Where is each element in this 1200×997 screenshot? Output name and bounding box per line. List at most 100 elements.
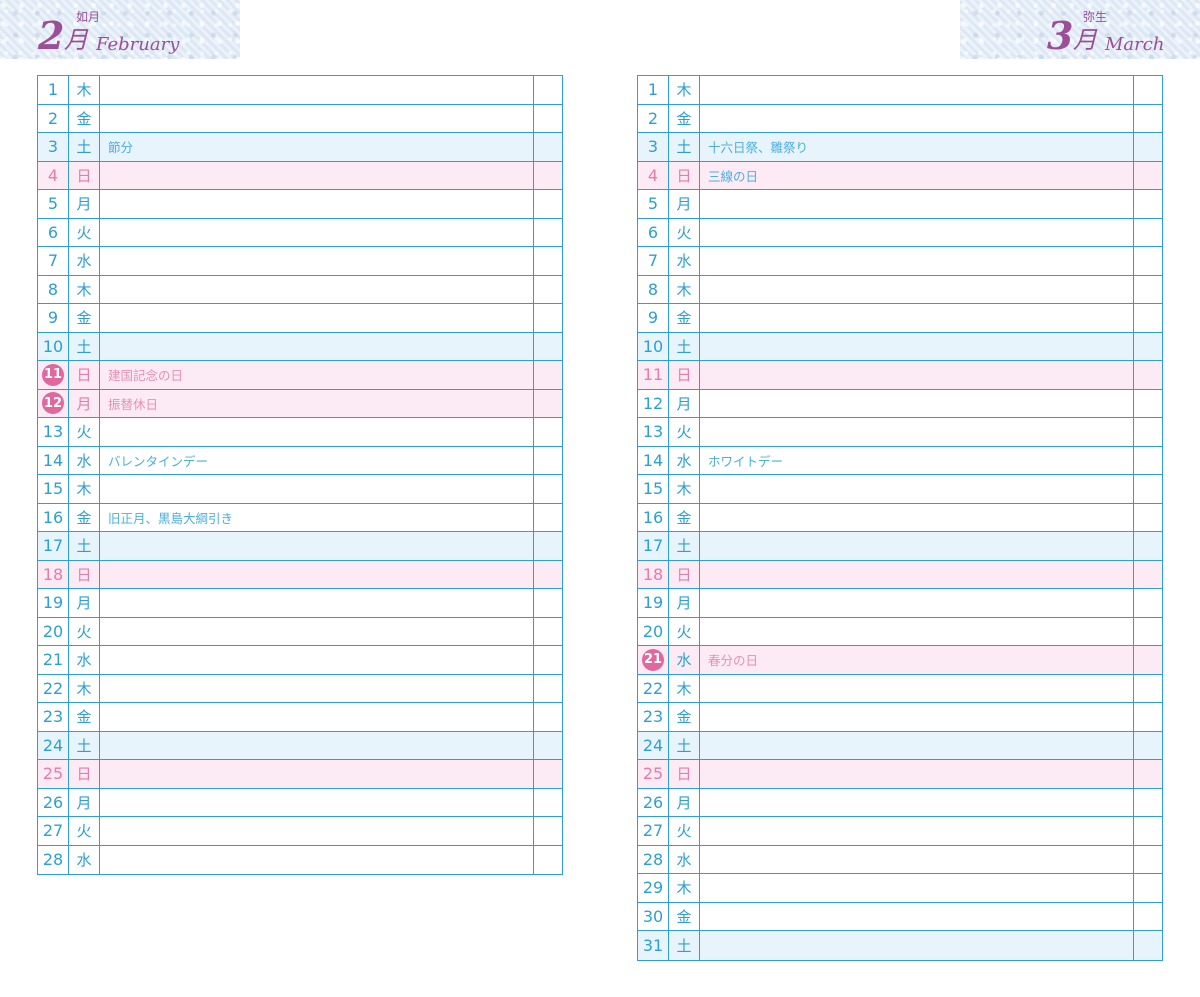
memo-cell[interactable] (534, 162, 562, 190)
day-note[interactable]: 三線の日 (700, 161, 1134, 189)
memo-cell[interactable] (534, 675, 562, 703)
day-note[interactable]: 旧正月、黒島大綱引き (100, 503, 534, 531)
memo-cell[interactable] (534, 589, 562, 617)
day-note[interactable] (700, 247, 1134, 275)
memo-cell[interactable] (1134, 247, 1162, 275)
day-note[interactable] (100, 104, 534, 132)
memo-cell[interactable] (1134, 675, 1162, 703)
memo-cell[interactable] (534, 447, 562, 475)
day-note[interactable] (100, 418, 534, 446)
memo-cell[interactable] (1134, 162, 1162, 190)
day-note[interactable] (700, 418, 1134, 446)
day-note[interactable] (700, 304, 1134, 332)
day-note[interactable] (100, 674, 534, 702)
memo-cell[interactable] (1134, 475, 1162, 503)
day-note[interactable] (100, 275, 534, 303)
memo-cell[interactable] (534, 475, 562, 503)
memo-cell[interactable] (534, 247, 562, 275)
day-note[interactable] (100, 703, 534, 731)
day-note[interactable] (700, 788, 1134, 816)
memo-cell[interactable] (1134, 703, 1162, 731)
day-note[interactable] (700, 731, 1134, 759)
memo-cell[interactable] (534, 646, 562, 674)
day-note[interactable] (700, 475, 1134, 503)
day-note[interactable] (700, 845, 1134, 873)
memo-cell[interactable] (534, 76, 562, 104)
day-note[interactable] (700, 817, 1134, 845)
day-note[interactable] (100, 532, 534, 560)
day-note[interactable] (100, 76, 534, 104)
day-note[interactable] (700, 760, 1134, 788)
day-note[interactable] (700, 703, 1134, 731)
day-note[interactable] (700, 617, 1134, 645)
memo-cell[interactable] (1134, 447, 1162, 475)
day-note[interactable] (700, 560, 1134, 588)
day-note[interactable] (700, 361, 1134, 389)
memo-cell[interactable] (1134, 789, 1162, 817)
memo-cell[interactable] (1134, 846, 1162, 874)
memo-cell[interactable] (534, 390, 562, 418)
memo-cell[interactable] (1134, 931, 1162, 960)
day-note[interactable] (700, 674, 1134, 702)
memo-cell[interactable] (1134, 874, 1162, 902)
memo-cell[interactable] (1134, 532, 1162, 560)
day-note[interactable] (700, 275, 1134, 303)
day-note[interactable] (100, 190, 534, 218)
day-note[interactable] (100, 161, 534, 189)
day-note[interactable] (100, 475, 534, 503)
day-note[interactable] (700, 532, 1134, 560)
day-note[interactable] (700, 389, 1134, 417)
memo-cell[interactable] (1134, 105, 1162, 133)
memo-cell[interactable] (1134, 903, 1162, 931)
memo-cell[interactable] (1134, 333, 1162, 361)
day-note[interactable] (700, 874, 1134, 902)
day-note[interactable] (100, 845, 534, 874)
memo-cell[interactable] (534, 304, 562, 332)
day-note[interactable]: 建国記念の日 (100, 361, 534, 389)
day-note[interactable] (700, 76, 1134, 104)
memo-cell[interactable] (1134, 76, 1162, 104)
memo-cell[interactable] (1134, 418, 1162, 446)
day-note[interactable]: 春分の日 (700, 646, 1134, 674)
memo-cell[interactable] (1134, 504, 1162, 532)
memo-cell[interactable] (534, 418, 562, 446)
memo-cell[interactable] (534, 333, 562, 361)
memo-cell[interactable] (534, 817, 562, 845)
day-note[interactable] (700, 503, 1134, 531)
memo-cell[interactable] (534, 561, 562, 589)
day-note[interactable] (100, 218, 534, 246)
day-note[interactable] (100, 788, 534, 816)
day-note[interactable] (100, 332, 534, 360)
day-note[interactable] (700, 190, 1134, 218)
memo-cell[interactable] (534, 760, 562, 788)
day-note[interactable] (700, 931, 1134, 960)
memo-cell[interactable] (1134, 646, 1162, 674)
memo-cell[interactable] (534, 105, 562, 133)
day-note[interactable] (700, 104, 1134, 132)
memo-cell[interactable] (534, 732, 562, 760)
memo-cell[interactable] (534, 504, 562, 532)
memo-cell[interactable] (534, 361, 562, 389)
memo-cell[interactable] (1134, 219, 1162, 247)
memo-cell[interactable] (1134, 589, 1162, 617)
day-note[interactable]: 節分 (100, 133, 534, 161)
memo-cell[interactable] (534, 618, 562, 646)
memo-cell[interactable] (1134, 190, 1162, 218)
day-note[interactable] (100, 760, 534, 788)
memo-cell[interactable] (1134, 304, 1162, 332)
memo-cell[interactable] (1134, 817, 1162, 845)
memo-cell[interactable] (534, 846, 562, 875)
memo-cell[interactable] (534, 219, 562, 247)
day-note[interactable]: 十六日祭、雛祭り (700, 133, 1134, 161)
memo-cell[interactable] (534, 789, 562, 817)
day-note[interactable] (700, 218, 1134, 246)
day-note[interactable] (100, 589, 534, 617)
day-note[interactable] (100, 646, 534, 674)
day-note[interactable] (100, 304, 534, 332)
memo-cell[interactable] (1134, 732, 1162, 760)
day-note[interactable] (100, 731, 534, 759)
day-note[interactable] (700, 589, 1134, 617)
day-note[interactable]: バレンタインデー (100, 446, 534, 474)
memo-cell[interactable] (1134, 760, 1162, 788)
day-note[interactable]: 振替休日 (100, 389, 534, 417)
